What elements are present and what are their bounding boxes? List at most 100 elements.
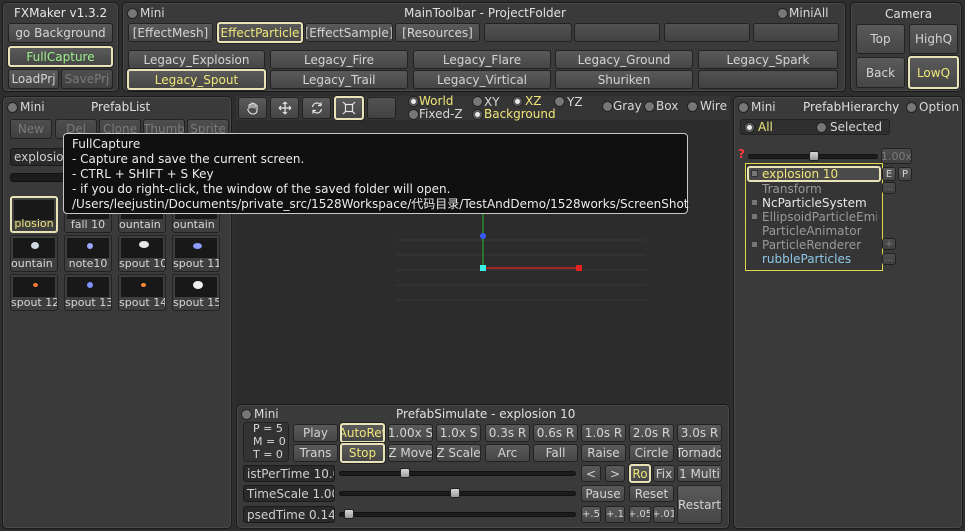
z-move-button[interactable]: Z Move bbox=[388, 444, 433, 462]
add-component-button[interactable]: + bbox=[882, 238, 896, 250]
dist-per-time-knob[interactable] bbox=[400, 468, 411, 478]
folder-empty[interactable] bbox=[698, 70, 838, 89]
auto-ret-button[interactable]: AutoRet bbox=[340, 423, 385, 443]
yz-toggle[interactable] bbox=[554, 96, 565, 107]
speed-1x-s-button[interactable]: 1.0x S bbox=[436, 424, 481, 442]
background-toggle[interactable] bbox=[472, 109, 483, 120]
arc-button[interactable]: Arc bbox=[485, 444, 530, 462]
world-toggle[interactable] bbox=[408, 96, 419, 107]
move-tool-button[interactable] bbox=[270, 97, 299, 119]
folder-shuriken[interactable]: Shuriken bbox=[555, 70, 693, 89]
hierarchy-scale-knob[interactable] bbox=[809, 151, 819, 161]
save-project-button[interactable]: SavePrj bbox=[61, 69, 113, 89]
prefab-thumb[interactable]: ountain 1 bbox=[10, 235, 58, 272]
camera-top-button[interactable]: Top bbox=[856, 24, 905, 54]
camera-back-button[interactable]: Back bbox=[856, 57, 905, 88]
fall-button[interactable]: Fall bbox=[533, 444, 578, 462]
tab-resources[interactable]: [Resources] bbox=[395, 23, 480, 42]
transform-item[interactable]: Transform bbox=[762, 182, 822, 196]
edit-p-button[interactable]: P bbox=[898, 167, 912, 181]
folder-legacy-virtical[interactable]: Legacy_Virtical bbox=[413, 70, 551, 89]
prefab-thumb[interactable]: spout 10 bbox=[118, 235, 166, 272]
xy-toggle[interactable] bbox=[472, 96, 483, 107]
tab-empty-1[interactable] bbox=[484, 23, 572, 42]
raise-button[interactable]: Raise bbox=[581, 444, 626, 462]
tab-empty-3[interactable] bbox=[664, 23, 750, 42]
filter-selected-toggle[interactable] bbox=[816, 122, 827, 133]
filter-all-toggle[interactable] bbox=[744, 122, 755, 133]
fixed-z-toggle[interactable] bbox=[408, 109, 419, 120]
rotate-toggle-button[interactable]: Ro bbox=[629, 464, 651, 483]
step-005-button[interactable]: +.05 bbox=[629, 506, 651, 523]
timescale-field[interactable]: TimeScale 1.00 bbox=[243, 485, 335, 502]
dist-per-time-slider[interactable] bbox=[339, 471, 576, 476]
repeat-1s-button[interactable]: 1.0s R bbox=[581, 424, 626, 442]
elapsed-time-slider[interactable] bbox=[339, 512, 576, 517]
hierarchy-scale-value[interactable]: 1.00x bbox=[881, 148, 912, 164]
play-button[interactable]: Play bbox=[293, 424, 338, 442]
scale-tool-button[interactable] bbox=[334, 96, 364, 120]
prefab-thumb[interactable]: spout 15 bbox=[172, 274, 220, 311]
prefab-thumb[interactable]: note10 bbox=[64, 235, 112, 272]
mini-toggle[interactable] bbox=[127, 8, 138, 19]
tab-empty-2[interactable] bbox=[574, 23, 660, 42]
prefab-thumb[interactable]: spout 11 bbox=[172, 235, 220, 272]
tab-effect-mesh[interactable]: [EffectMesh] bbox=[128, 23, 213, 42]
folder-legacy-fire[interactable]: Legacy_Fire bbox=[270, 50, 408, 69]
particle-animator-item[interactable]: ParticleAnimator bbox=[762, 224, 862, 238]
load-project-button[interactable]: LoadPrj bbox=[8, 69, 59, 89]
tornado-button[interactable]: Tornado bbox=[677, 444, 722, 462]
stop-button[interactable]: Stop bbox=[340, 443, 385, 463]
prefab-thumb[interactable]: spout 12 bbox=[10, 274, 58, 311]
xz-toggle[interactable] bbox=[512, 96, 523, 107]
full-capture-button[interactable]: FullCapture bbox=[8, 46, 113, 67]
pause-button[interactable]: Pause bbox=[581, 485, 625, 502]
prefab-thumb[interactable]: plosion bbox=[10, 196, 58, 233]
circle-button[interactable]: Circle bbox=[629, 444, 674, 462]
elapsed-time-field[interactable]: psedTime 0.148 bbox=[243, 506, 335, 523]
hierarchy-mini-toggle[interactable] bbox=[738, 102, 749, 113]
ellipsoid-emitter-item[interactable]: EllipsoidParticleEmitt bbox=[762, 210, 877, 224]
elapsed-time-knob[interactable] bbox=[343, 509, 354, 519]
option-toggle[interactable] bbox=[906, 102, 917, 113]
wire-toggle[interactable] bbox=[687, 101, 698, 112]
dist-per-time-field[interactable]: istPerTime 10.00 bbox=[243, 465, 335, 482]
repeat-03s-button[interactable]: 0.3s R bbox=[485, 424, 530, 442]
step-001-button[interactable]: +.01 bbox=[653, 506, 675, 523]
root-more-button[interactable]: ... bbox=[882, 182, 896, 194]
reset-button[interactable]: Reset bbox=[629, 485, 674, 502]
prefab-search-input[interactable]: explosion bbox=[10, 148, 70, 166]
step-05-button[interactable]: +.5 bbox=[581, 506, 601, 523]
prefab-thumb[interactable]: spout 13 bbox=[64, 274, 112, 311]
speed-1x-button[interactable]: 1.00x S bbox=[388, 424, 433, 442]
extra-tool-button[interactable] bbox=[367, 97, 396, 119]
repeat-3s-button[interactable]: 3.0s R bbox=[677, 424, 722, 442]
mini-all-toggle[interactable] bbox=[777, 8, 788, 19]
prefab-thumb[interactable]: spout 14 bbox=[118, 274, 166, 311]
hand-tool-button[interactable] bbox=[238, 97, 267, 119]
folder-legacy-ground[interactable]: Legacy_Ground bbox=[555, 50, 693, 69]
edit-e-button[interactable]: E bbox=[882, 167, 896, 181]
go-background-button[interactable]: go Background bbox=[8, 23, 113, 43]
z-scale-button[interactable]: Z Scale bbox=[436, 444, 481, 462]
prefab-list-scrollbar[interactable] bbox=[10, 173, 70, 182]
gray-toggle[interactable] bbox=[602, 101, 613, 112]
timescale-knob[interactable] bbox=[450, 488, 461, 498]
prefab-list-mini-toggle[interactable] bbox=[7, 102, 18, 113]
repeat-06s-button[interactable]: 0.6s R bbox=[533, 424, 578, 442]
restart-button[interactable]: Restart bbox=[677, 485, 722, 524]
trans-button[interactable]: Trans bbox=[293, 444, 338, 462]
next-button[interactable]: > bbox=[605, 465, 625, 482]
tab-effect-sample[interactable]: [EffectSample] bbox=[305, 23, 393, 42]
folder-legacy-spark[interactable]: Legacy_Spark bbox=[698, 50, 838, 69]
camera-lowq-button[interactable]: LowQ bbox=[908, 56, 959, 89]
tab-effect-particle[interactable]: [EffectParticle] bbox=[217, 22, 303, 43]
simulate-mini-toggle[interactable] bbox=[241, 409, 252, 420]
tab-empty-4[interactable] bbox=[753, 23, 839, 42]
rubble-particles-item[interactable]: rubbleParticles bbox=[762, 252, 851, 266]
repeat-2s-button[interactable]: 2.0s R bbox=[629, 424, 674, 442]
prev-button[interactable]: < bbox=[581, 465, 601, 482]
step-01-button[interactable]: +.1 bbox=[605, 506, 625, 523]
folder-legacy-flare[interactable]: Legacy_Flare bbox=[413, 50, 551, 69]
new-prefab-button[interactable]: New bbox=[10, 119, 52, 139]
